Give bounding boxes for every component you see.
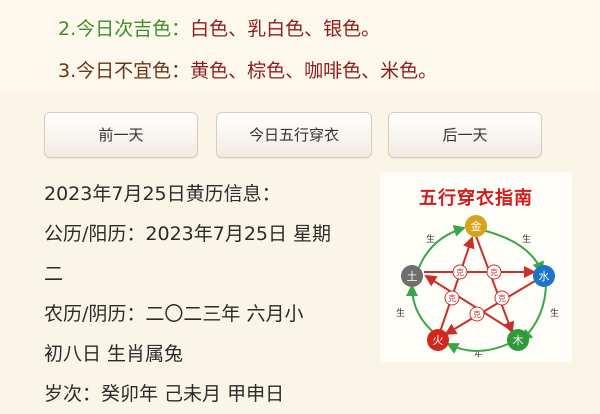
wood-label: 木 [513, 334, 524, 347]
overcome-marker: 克 [486, 264, 502, 280]
secondary-lucky-values: 白色、乳白色、银色。 [190, 18, 381, 40]
wuxing-guide-title: 五行穿衣指南 [419, 188, 533, 209]
next-day-button[interactable]: 后一天 [388, 112, 542, 158]
wood-to-fire-arrow [446, 343, 509, 354]
water-label: 水 [539, 270, 550, 283]
svg-text:克: 克 [448, 294, 456, 303]
overcome-marker: 克 [469, 306, 485, 322]
wuxing-cycle-diagram: 金 水 木 火 土 生 生 生 生 生 克 克 克 克 克 [396, 215, 559, 357]
lunar-date-line2: 初八日 生肖属兔 [44, 343, 184, 365]
day-navigation: 前一天 今日五行穿衣 后一天 [0, 112, 600, 158]
generate-label: 生 [396, 307, 405, 319]
secondary-lucky-colors: 2.今日次吉色：白色、乳白色、银色。 [58, 14, 380, 41]
lunar-date-line1: 农历/阴历：二〇二三年 六月小 [44, 303, 304, 325]
overcome-marker: 克 [494, 290, 510, 306]
unlucky-label: 3.今日不宜色： [58, 60, 191, 82]
ganzhi-line: 岁次：癸卯年 己未月 甲申日 [44, 383, 285, 405]
solar-date-line1: 公历/阳历：2023年7月25日 星期 [44, 223, 332, 245]
fire-label: 火 [433, 334, 444, 347]
svg-text:克: 克 [473, 310, 481, 319]
previous-day-button[interactable]: 前一天 [44, 112, 198, 158]
unlucky-colors: 3.今日不宜色：黄色、棕色、咖啡色、米色。 [58, 56, 437, 83]
water-overcomes-fire-arrow [444, 277, 541, 336]
svg-text:克: 克 [456, 268, 464, 277]
unlucky-values: 黄色、棕色、咖啡色、米色。 [190, 60, 438, 82]
fire-node: 火 [427, 329, 449, 351]
generate-label: 生 [522, 233, 531, 245]
metal-label: 金 [471, 219, 482, 233]
earth-to-metal-arrow [417, 225, 466, 271]
water-node: 水 [533, 265, 555, 287]
almanac-heading: 2023年7月25日黄历信息： [44, 183, 281, 205]
water-to-wood-arrow [520, 281, 547, 342]
svg-text:克: 克 [498, 294, 506, 303]
generate-label: 生 [426, 233, 435, 245]
fire-to-earth-arrow [406, 284, 439, 337]
almanac-info: 2023年7月25日黄历信息： 公历/阳历：2023年7月25日 星期 二 农历… [44, 174, 374, 414]
wood-node: 木 [507, 329, 529, 351]
generate-label: 生 [550, 307, 559, 319]
earth-node: 土 [401, 265, 423, 287]
today-wuxing-button[interactable]: 今日五行穿衣 [216, 112, 372, 158]
svg-text:克: 克 [490, 268, 498, 277]
fire-overcomes-metal-arrow [439, 236, 475, 333]
metal-node: 金 [465, 215, 487, 237]
overcome-marker: 克 [444, 290, 460, 306]
wuxing-guide-image: 五行穿衣指南 金 水 木 火 土 生 生 生 生 克 克 克 克 克 [380, 172, 572, 362]
overcome-marker: 克 [452, 264, 468, 280]
secondary-lucky-label: 2.今日次吉色： [58, 18, 191, 40]
solar-date-line2: 二 [44, 263, 64, 285]
earth-label: 土 [407, 270, 418, 283]
